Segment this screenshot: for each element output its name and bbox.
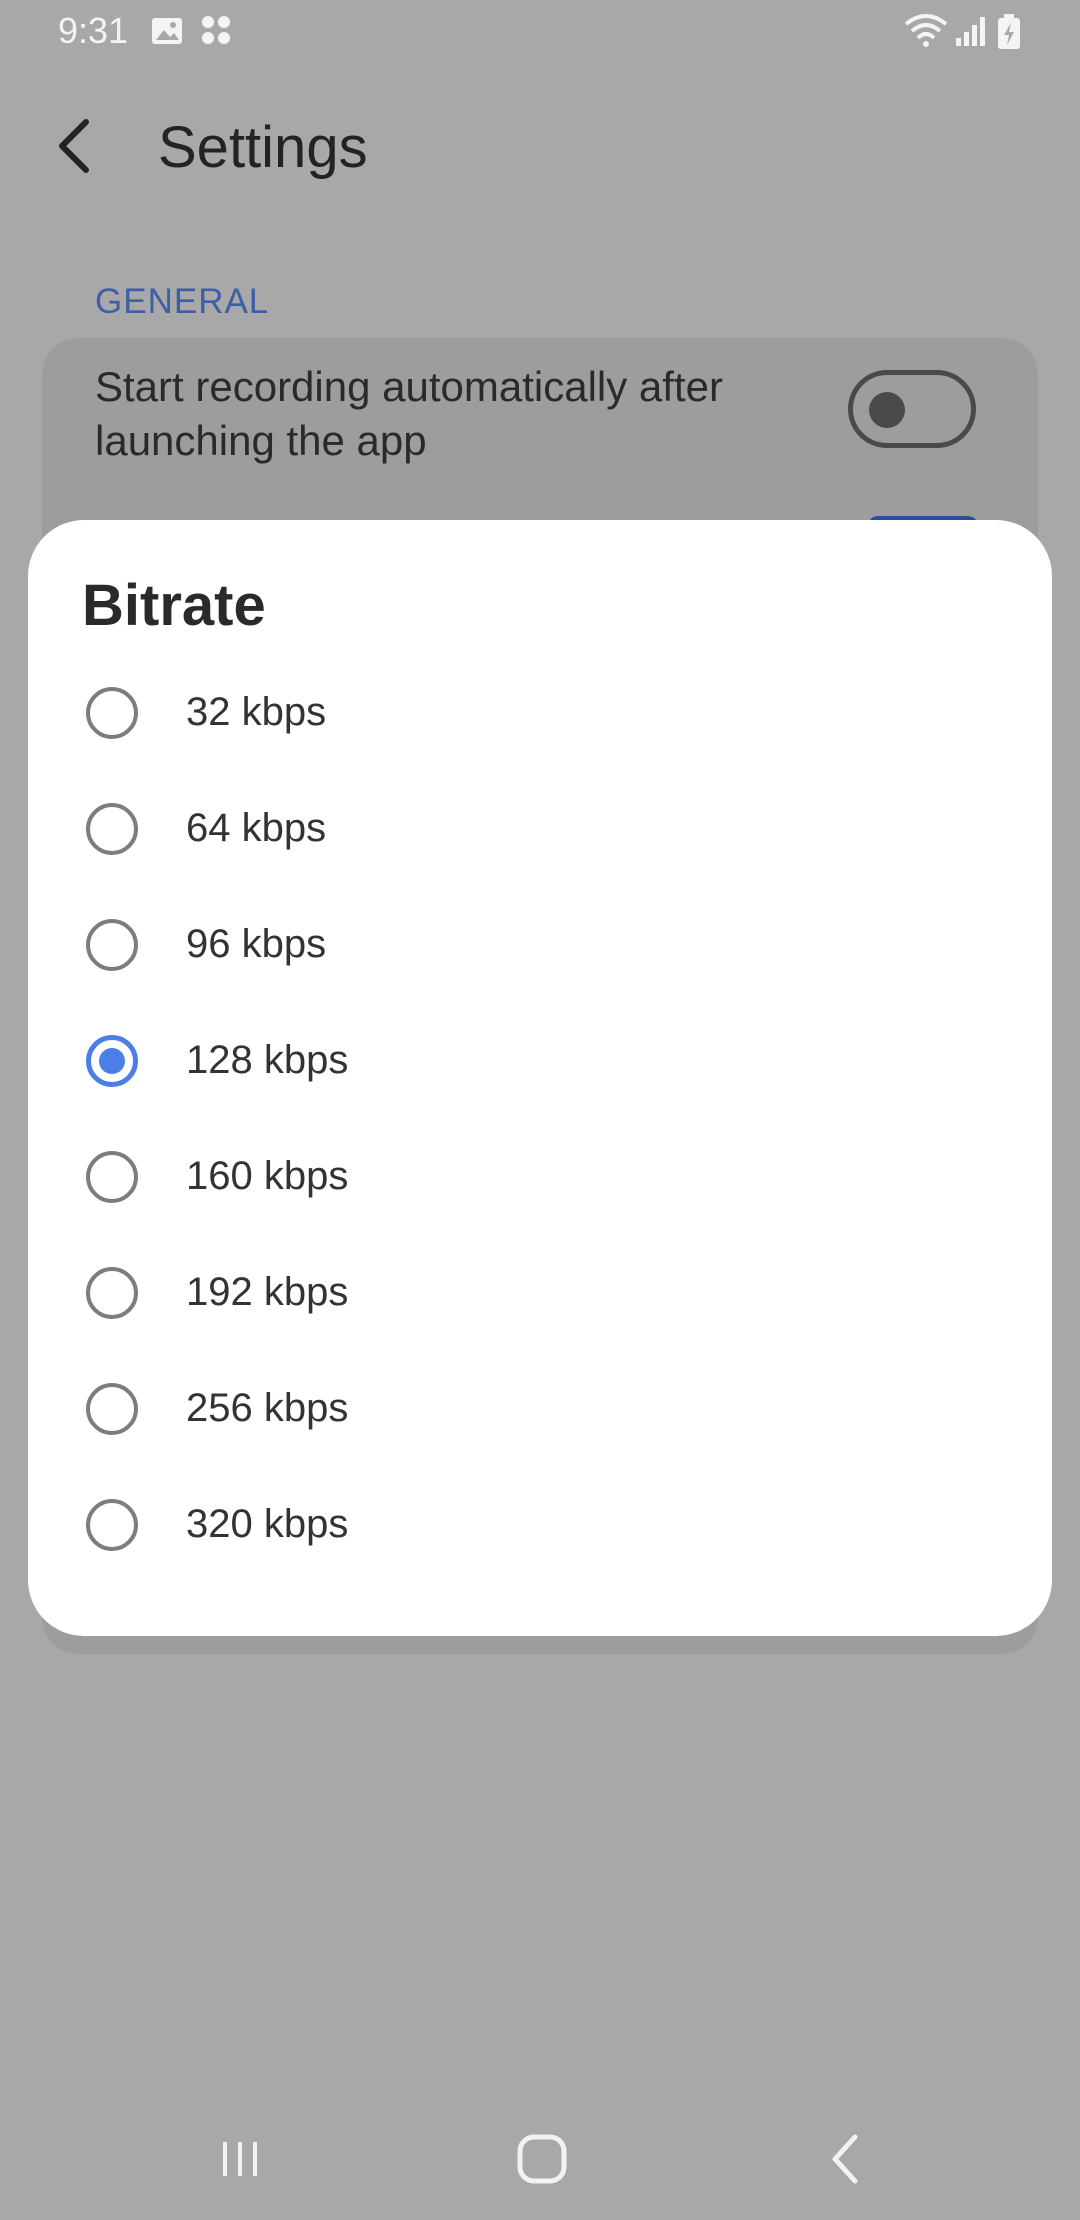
nav-back-button[interactable] — [796, 2124, 896, 2194]
radio-button[interactable] — [86, 1035, 138, 1087]
page-title: Settings — [158, 115, 368, 180]
radio-button[interactable] — [86, 1383, 138, 1435]
image-icon — [150, 14, 184, 53]
option-label: 32 kbps — [186, 690, 327, 734]
recent-apps-button[interactable] — [190, 2124, 290, 2194]
auto-record-label: Start recording automatically after laun… — [95, 363, 723, 464]
bitrate-option-256[interactable]: 256 kbps — [28, 1350, 1052, 1466]
bitrate-option-160[interactable]: 160 kbps — [28, 1118, 1052, 1234]
radio-button[interactable] — [86, 919, 138, 971]
bitrate-dialog: Bitrate 32 kbps 64 kbps 96 kbps 128 kbps… — [28, 520, 1052, 1636]
radio-button[interactable] — [86, 1499, 138, 1551]
navigation-bar — [0, 2100, 1080, 2220]
home-button[interactable] — [492, 2124, 592, 2194]
home-icon — [517, 2134, 567, 2184]
wifi-icon — [904, 14, 948, 53]
bitrate-option-128[interactable]: 128 kbps — [28, 1002, 1052, 1118]
bitrate-option-64[interactable]: 64 kbps — [28, 770, 1052, 886]
bitrate-option-192[interactable]: 192 kbps — [28, 1234, 1052, 1350]
bitrate-option-32[interactable]: 32 kbps — [28, 654, 1052, 770]
option-label: 128 kbps — [186, 1038, 349, 1082]
recent-apps-icon — [223, 2142, 257, 2176]
signal-icon — [954, 14, 988, 53]
option-label: 192 kbps — [186, 1270, 349, 1314]
option-label: 320 kbps — [186, 1502, 349, 1546]
option-label: 160 kbps — [186, 1154, 349, 1198]
bitrate-options-list: 32 kbps 64 kbps 96 kbps 128 kbps 160 kbp… — [28, 654, 1052, 1582]
back-arrow-icon — [59, 119, 89, 173]
radio-button[interactable] — [86, 803, 138, 855]
option-label: 96 kbps — [186, 922, 327, 966]
bitrate-option-96[interactable]: 96 kbps — [28, 886, 1052, 1002]
radio-button[interactable] — [86, 687, 138, 739]
back-button[interactable] — [44, 108, 104, 184]
status-time: 9:31 — [58, 10, 129, 51]
back-icon — [832, 2134, 858, 2184]
dialog-title: Bitrate — [82, 573, 266, 638]
toggle-knob — [869, 392, 905, 428]
radio-button[interactable] — [86, 1151, 138, 1203]
app-grid-icon — [200, 14, 234, 53]
auto-record-toggle[interactable] — [848, 370, 976, 448]
battery-charging-icon — [996, 14, 1022, 55]
bitrate-option-320[interactable]: 320 kbps — [28, 1466, 1052, 1582]
option-label: 256 kbps — [186, 1386, 349, 1430]
radio-button[interactable] — [86, 1267, 138, 1319]
section-header-general: GENERAL — [95, 282, 270, 321]
option-label: 64 kbps — [186, 806, 327, 850]
status-bar: 9:31 — [0, 0, 1080, 64]
